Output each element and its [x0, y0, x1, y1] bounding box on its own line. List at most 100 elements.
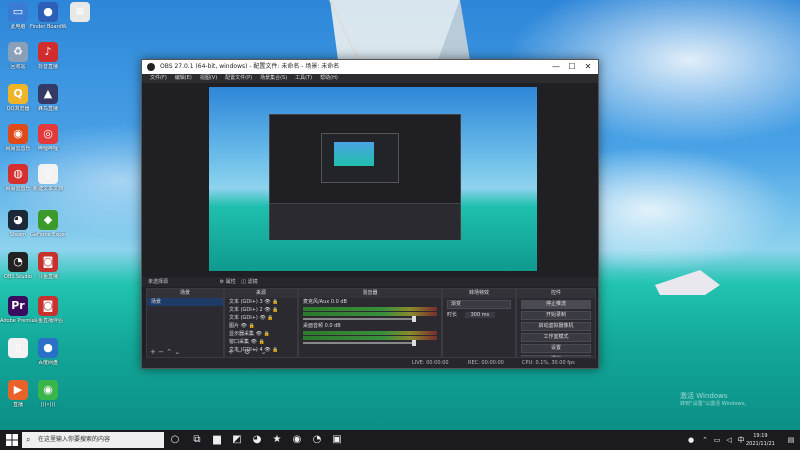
menu-bar: 文件(F) 编辑(E) 视图(V) 配置文件(P) 场景集合(S) 工具(T) 帮助(H): [142, 74, 598, 83]
track-label: 桌面音频 0.0 dB: [303, 323, 341, 329]
taskbar: ⌕ 在这里输入你要搜索的内容 ○ ⧉ ▆ ◩ ◕ ★ ◉ ◔ ▣ ● ⌃ ▭ ◁…: [0, 430, 800, 450]
scene-toolbar[interactable]: + − ⌃ ⌄: [147, 347, 223, 357]
transitions-title: 转场特效: [443, 289, 515, 298]
taskbar-search[interactable]: ⌕ 在这里输入你要搜索的内容: [22, 432, 164, 448]
windows-start-icon[interactable]: [6, 434, 18, 446]
search-icon: ⌕: [26, 435, 31, 444]
star-app-icon[interactable]: ★: [270, 433, 284, 447]
menu-item[interactable]: 编辑(E): [175, 75, 192, 81]
volume-meter: [303, 312, 437, 316]
volume-slider[interactable]: [303, 340, 416, 346]
desktop-icon[interactable]: ● 百度网盘: [30, 338, 66, 378]
duration-label: 时长: [447, 312, 458, 318]
nested-dock: [270, 203, 460, 240]
steam-taskbar-icon[interactable]: ◕: [250, 433, 264, 447]
volume-meter: [303, 307, 437, 311]
volume-meter: [303, 331, 437, 335]
control-button[interactable]: 设置: [521, 344, 591, 353]
control-button[interactable]: 开始录制: [521, 311, 591, 320]
netease-taskbar-icon[interactable]: ◉: [290, 433, 304, 447]
control-button[interactable]: 启动虚拟摄像机: [521, 322, 591, 331]
app-icon: ▯: [8, 338, 28, 358]
maximize-button[interactable]: ☐: [564, 60, 580, 74]
source-item[interactable]: 显示器采集 👁 🔒: [225, 330, 297, 338]
desktop-icon-label: 抖音直播: [37, 64, 58, 70]
cortana-icon[interactable]: ○: [168, 433, 182, 447]
minimize-button[interactable]: —: [548, 60, 564, 74]
desktop-icon-label: GeForce Experience: [30, 232, 66, 238]
app-icon: ◉: [38, 380, 58, 400]
menu-item[interactable]: 视图(V): [200, 75, 217, 81]
control-button[interactable]: 工作室模式: [521, 333, 591, 342]
obs-window[interactable]: OBS 27.0.1 (64-bit, windows) - 配置文件: 未命名…: [141, 59, 599, 369]
search-placeholder: 在这里输入你要搜索的内容: [38, 436, 111, 443]
tray-icon[interactable]: ●: [684, 433, 698, 447]
mixer-panel: 混音器 麦克风/Aux 0.0 dB 桌面音频 0.0 dB: [298, 288, 442, 358]
app-icon: ◙: [38, 252, 58, 272]
desktop-icon[interactable]: ◙ 斗鱼直播: [30, 252, 66, 292]
desktop-icon[interactable]: ♪ 抖音直播: [30, 42, 66, 82]
taskbar-app-icon[interactable]: ◩: [230, 433, 244, 447]
source-item[interactable]: 文本 (GDI+) 2 👁 🔒: [225, 306, 297, 314]
task-view-icon[interactable]: ⧉: [190, 433, 204, 447]
file-explorer-icon[interactable]: ▆: [210, 433, 224, 447]
menu-item[interactable]: 配置文件(P): [225, 75, 252, 81]
desktop-icon[interactable]: ◎ 哔哩哔哩: [30, 124, 66, 164]
activate-windows-watermark: 激活 Windows 转到“设置”以激活 Windows。: [680, 392, 750, 407]
desktop-icon-label: 斗鱼直播: [37, 274, 58, 280]
source-item[interactable]: 窗口采集 👁 🔒: [225, 338, 297, 346]
control-button[interactable]: 停止推流: [521, 300, 591, 309]
app-icon: ◆: [38, 210, 58, 230]
desktop-icon[interactable]: ◉ (((•))): [30, 380, 66, 420]
desktop-icon-label: Finder BoardWin: [30, 24, 66, 30]
gear-icon[interactable]: ⚙: [220, 279, 224, 285]
app-icon: ▭: [8, 2, 28, 22]
source-item[interactable]: 图片 👁 🔒: [225, 322, 297, 330]
clock[interactable]: 19:19 2021/11/21: [746, 432, 775, 448]
live-status: LIVE: 00:00:00: [412, 360, 449, 366]
window-titlebar[interactable]: OBS 27.0.1 (64-bit, windows) - 配置文件: 未命名…: [142, 60, 598, 74]
app-icon: ●: [38, 338, 58, 358]
volume-meter: [303, 336, 437, 340]
menu-item[interactable]: 工具(T): [295, 75, 312, 81]
app-icon: ◉: [8, 124, 28, 144]
desktop-icon[interactable]: ◙ 斗鱼直播伴侣: [30, 296, 66, 336]
app-icon: Q: [8, 84, 28, 104]
menu-item[interactable]: 文件(F): [150, 75, 167, 81]
scene-item[interactable]: 场景: [147, 298, 223, 306]
scenes-title: 场景: [147, 289, 223, 298]
filter-icon[interactable]: ◫: [241, 279, 246, 285]
app-icon: ▶: [8, 380, 28, 400]
preview-canvas[interactable]: [209, 87, 537, 271]
source-toolbar-bottom[interactable]: + − ⚙ ⌃ ⌄: [225, 347, 297, 357]
close-button[interactable]: ✕: [580, 60, 596, 74]
app-icon: ▯: [38, 164, 58, 184]
sources-panel: 来源 文本 (GDI+) 3 👁 🔒 文本 (GDI+) 2 👁 🔒 文本 (GDI…: [224, 288, 298, 358]
menu-item[interactable]: 帮助(H): [320, 75, 338, 81]
app-icon: ◕: [8, 210, 28, 230]
app-taskbar-icon[interactable]: ▣: [330, 433, 344, 447]
app-icon: ▲: [38, 84, 58, 104]
desktop-icon[interactable]: ▲ 蜂鸟直播: [30, 84, 66, 124]
filters-tab[interactable]: 滤镜: [248, 279, 258, 285]
desktop-icon-label: (((•))): [40, 402, 56, 408]
desktop-icon[interactable]: ● Finder BoardWin: [30, 2, 66, 42]
notification-icon[interactable]: ▤: [784, 433, 798, 447]
volume-slider[interactable]: [303, 316, 416, 322]
properties-tab[interactable]: 属性: [226, 279, 236, 285]
app-icon: ●: [38, 2, 58, 22]
transition-select[interactable]: 渐变: [447, 300, 511, 309]
source-item[interactable]: 文本 (GDI+) 👁 🔒: [225, 314, 297, 322]
source-item[interactable]: 文本 (GDI+) 3 👁 🔒: [225, 298, 297, 306]
duration-row: 时长 300 ms: [443, 311, 515, 319]
desktop-icon[interactable]: ▯ 新建文本文档: [30, 164, 66, 204]
obs-app-icon: [147, 63, 155, 71]
mixer-title: 混音器: [299, 289, 441, 298]
desktop: ▭此电脑●Finder BoardWin≡♻回收站♪抖音直播QQQ浏览器▲蜂鸟直…: [0, 0, 800, 430]
desktop-icon[interactable]: ◆ GeForce Experience: [30, 210, 66, 250]
obs-taskbar-icon[interactable]: ◔: [310, 433, 324, 447]
desktop-icon[interactable]: ≡: [62, 2, 98, 42]
app-icon: ♻: [8, 42, 28, 62]
menu-item[interactable]: 场景集合(S): [260, 75, 287, 81]
duration-input[interactable]: 300 ms: [464, 312, 496, 318]
